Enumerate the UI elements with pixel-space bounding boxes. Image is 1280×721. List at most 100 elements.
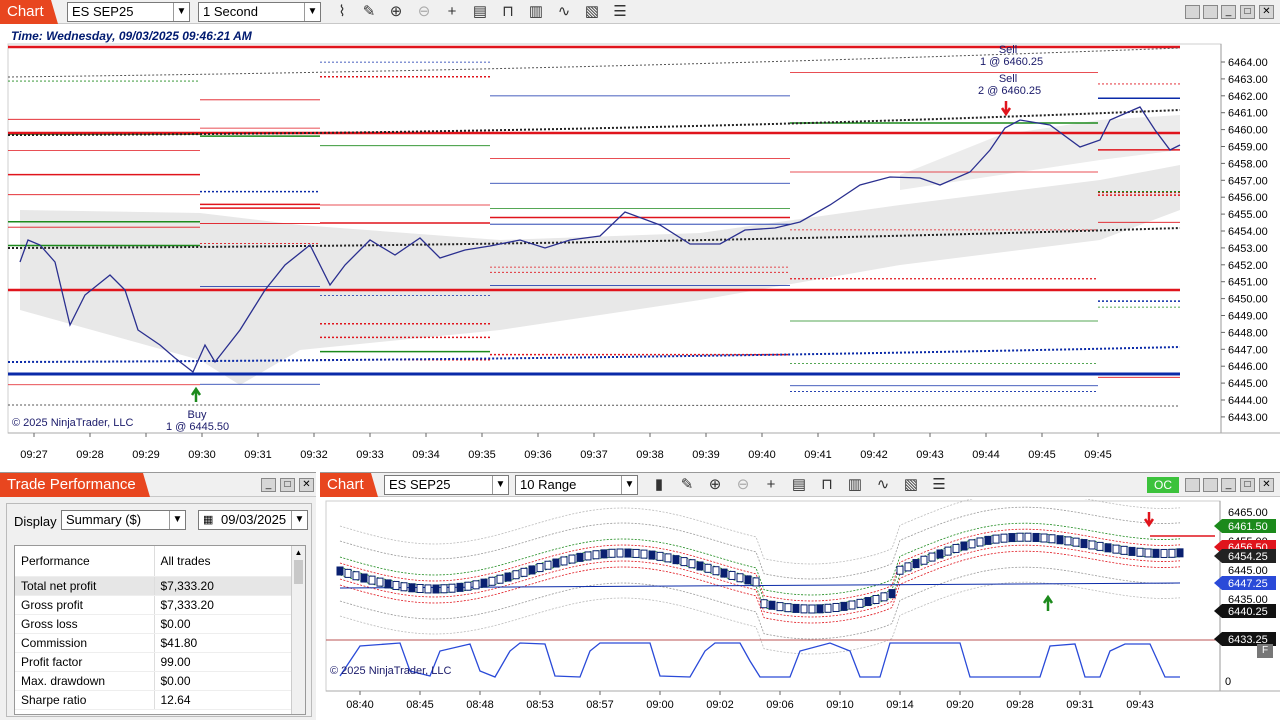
- zoom-out-icon[interactable]: ⊖: [414, 3, 434, 21]
- col-performance-header[interactable]: Performance: [15, 546, 155, 577]
- window-group-icon[interactable]: [1203, 478, 1218, 492]
- close-icon[interactable]: ✕: [1259, 478, 1274, 492]
- candle: [1104, 543, 1112, 553]
- indicator-panel-button[interactable]: F: [1257, 644, 1273, 658]
- window-link-icon[interactable]: [1185, 478, 1200, 492]
- crosshair-icon[interactable]: +: [761, 476, 781, 494]
- candle: [808, 604, 816, 614]
- scroll-up-icon[interactable]: ▲: [292, 546, 305, 560]
- interval-select[interactable]: 1 Second ▼: [198, 2, 321, 22]
- candle: [1168, 548, 1176, 558]
- indicators-icon[interactable]: ∿: [873, 476, 893, 494]
- time-label: 09:36: [524, 449, 552, 461]
- properties-icon[interactable]: ▤: [470, 3, 490, 21]
- candle: [400, 582, 408, 592]
- zoom-in-icon[interactable]: ⊕: [386, 3, 406, 21]
- candle: [1016, 532, 1024, 542]
- price-label: 6445.00: [1228, 378, 1268, 390]
- pencil-icon[interactable]: ✎: [359, 3, 379, 21]
- maximize-icon[interactable]: □: [1240, 478, 1255, 492]
- zoom-out-icon[interactable]: ⊖: [733, 476, 753, 494]
- candle: [856, 598, 864, 608]
- candle: [752, 577, 760, 587]
- display-label: Display: [14, 514, 57, 529]
- instrument-select[interactable]: ES SEP25 ▼: [67, 2, 190, 22]
- sell-label-2-bottom: 2 @ 6460.25: [978, 85, 1042, 97]
- list-icon[interactable]: ☰: [610, 3, 630, 21]
- price-label: 6463.00: [1228, 74, 1268, 86]
- list-icon[interactable]: ☰: [929, 476, 949, 494]
- price-label: 6452.00: [1228, 260, 1268, 272]
- top-price-chart[interactable]: 6464.00 6463.00 6462.00 6461.00 6460.00 6459.…: [0, 42, 1280, 468]
- indicator-zero-label: 0: [1225, 676, 1232, 688]
- time-label: 09:27: [20, 449, 48, 461]
- candle: [544, 560, 552, 570]
- strategies-icon[interactable]: ▧: [582, 3, 602, 21]
- maximize-icon[interactable]: □: [280, 478, 295, 492]
- templates-icon[interactable]: ⊓: [817, 476, 837, 494]
- candle: [800, 604, 808, 614]
- time-label: 09:06: [766, 699, 794, 711]
- maximize-icon[interactable]: □: [1240, 5, 1255, 19]
- candle: [368, 575, 376, 585]
- candle: [456, 582, 464, 592]
- trade-performance-tab[interactable]: Trade Performance: [0, 473, 150, 497]
- time-label: 09:20: [946, 699, 974, 711]
- indicators-icon[interactable]: ∿: [554, 3, 574, 21]
- price-label: 6454.00: [1228, 226, 1268, 238]
- col-all-trades-header[interactable]: All trades: [154, 546, 291, 577]
- zoom-in-icon[interactable]: ⊕: [705, 476, 725, 494]
- candle: [1112, 544, 1120, 554]
- table-row[interactable]: Gross profit $7,333.20: [15, 595, 291, 615]
- properties-icon[interactable]: ▤: [789, 476, 809, 494]
- table-row[interactable]: Gross loss $0.00: [15, 614, 291, 634]
- templates-icon[interactable]: ⊓: [498, 3, 518, 21]
- chevron-down-icon: ▼: [169, 511, 185, 529]
- minimize-icon[interactable]: _: [261, 478, 276, 492]
- instrument-select[interactable]: ES SEP25 ▼: [384, 475, 509, 495]
- bottom-chart-window: Chart ES SEP25 ▼ 10 Range ▼ ▮ ✎ ⊕ ⊖ + ▤ ⊓ …: [320, 472, 1280, 720]
- minimize-icon[interactable]: _: [1221, 5, 1236, 19]
- interval-select[interactable]: 10 Range ▼: [515, 475, 638, 495]
- table-scrollbar[interactable]: ▲: [291, 546, 305, 714]
- close-icon[interactable]: ✕: [1259, 5, 1274, 19]
- data-series-icon[interactable]: ▥: [845, 476, 865, 494]
- table-row[interactable]: Profit factor 99.00: [15, 652, 291, 672]
- display-select[interactable]: Summary ($) ▼: [61, 510, 186, 530]
- chart-tab[interactable]: Chart: [320, 473, 378, 497]
- crosshair-icon[interactable]: +: [442, 3, 462, 21]
- window-group-icon[interactable]: [1203, 5, 1218, 19]
- candle: [1128, 546, 1136, 556]
- candle: [928, 552, 936, 562]
- chart-style-icon[interactable]: ▮: [649, 476, 669, 494]
- data-series-icon[interactable]: ▥: [526, 3, 546, 21]
- table-row[interactable]: Sharpe ratio 12.64: [15, 690, 291, 710]
- candle: [1040, 533, 1048, 543]
- oc-button[interactable]: OC: [1147, 477, 1179, 493]
- date-picker[interactable]: ▦ 09/03/2025 ▼: [198, 510, 308, 530]
- price-label: 6453.00: [1228, 243, 1268, 255]
- table-row[interactable]: Max. drawdown $0.00: [15, 671, 291, 691]
- table-row[interactable]: Total net profit $7,333.20: [15, 576, 291, 596]
- window-link-icon[interactable]: [1185, 5, 1200, 19]
- time-label: 09:00: [646, 699, 674, 711]
- chart-tab[interactable]: Chart: [0, 0, 58, 24]
- strategies-icon[interactable]: ▧: [901, 476, 921, 494]
- candle: [1120, 545, 1128, 555]
- table-row[interactable]: Commission $41.80: [15, 633, 291, 653]
- pencil-icon[interactable]: ✎: [677, 476, 697, 494]
- price-label: 6455.00: [1228, 209, 1268, 221]
- row-label: Max. drawdown: [15, 671, 155, 691]
- scroll-thumb[interactable]: [294, 560, 303, 584]
- candle: [880, 592, 888, 602]
- candle: [1064, 536, 1072, 546]
- minimize-icon[interactable]: _: [1221, 478, 1236, 492]
- row-value: 12.64: [154, 690, 291, 710]
- top-chart-toolbar: Chart ES SEP25 ▼ 1 Second ▼ ⌇ ✎ ⊕ ⊖ + ▤ ⊓ …: [0, 0, 1280, 24]
- close-icon[interactable]: ✕: [299, 478, 314, 492]
- candle: [576, 552, 584, 562]
- time-label: 08:40: [346, 699, 374, 711]
- bottom-price-chart[interactable]: 6465.006460.006455.006450.006445.006440.…: [320, 499, 1280, 721]
- price-label: 6458.00: [1228, 158, 1268, 170]
- chart-style-icon[interactable]: ⌇: [332, 3, 352, 21]
